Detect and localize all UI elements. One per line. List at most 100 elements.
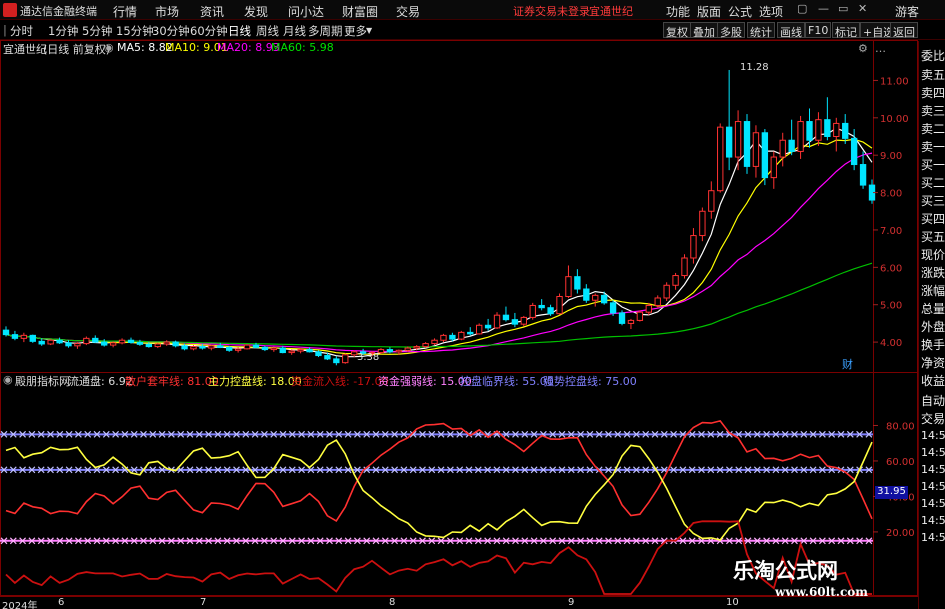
candle-body (65, 342, 72, 347)
candle-body (145, 343, 153, 348)
panel-time-2: 14:56 (921, 446, 945, 459)
candle-body (850, 137, 858, 166)
price-tick-label: 6.00 (880, 263, 902, 274)
candle-body (511, 319, 519, 325)
candle-body (315, 351, 322, 357)
candle-body (502, 314, 510, 321)
panel-time-4: 14:56 (921, 480, 945, 493)
panel-time-1: 14:56 (921, 429, 945, 442)
candle-body (797, 121, 804, 152)
date-label-8: 8 (389, 597, 396, 608)
candle-body (136, 341, 144, 345)
candle-body (547, 307, 554, 315)
info-mode: (日线 前复权) (43, 43, 111, 56)
candle-body (297, 349, 304, 352)
candle-body (538, 304, 545, 309)
indicator-tick-label: 60.00 (886, 457, 915, 468)
candle-body (92, 337, 99, 343)
indicator-current-value: 31.95 (875, 486, 908, 499)
candle-body (413, 346, 420, 349)
candle-body (20, 334, 28, 339)
panel-label-price: 现价 (921, 248, 945, 262)
candle-body (717, 126, 724, 192)
chart-frame (0, 40, 918, 596)
indicator-axis: 80.0060.0040.0020.00 (873, 421, 915, 539)
indicator-toggle-icon[interactable]: ◉ (3, 373, 13, 386)
indicator-control-line: 控盘临界线: 55.00 (460, 375, 554, 388)
moving-average-lines (5, 127, 873, 358)
candle-body (172, 341, 179, 347)
info-stock-name: 宜通世纪 (3, 43, 47, 56)
chart-border (0, 40, 918, 596)
candle-body (752, 132, 760, 167)
indicator-main-line: 主力控盘线: 18.00 (208, 375, 302, 388)
candle-body (2, 329, 10, 336)
candle-body (609, 302, 617, 314)
finance-marker[interactable]: 财 (842, 357, 853, 371)
candle-body (190, 346, 197, 350)
candle-body (29, 334, 36, 342)
date-label-6: 6 (58, 597, 65, 608)
price-tick-label: 10.00 (880, 114, 909, 125)
price-axis: 11.00 10.00 9.00 8.00 7.00 6.00 5.00 4.00 (873, 76, 909, 349)
panel-label-turnover: 换手 (921, 338, 945, 352)
candle-body (681, 257, 688, 277)
candle-body (226, 346, 233, 351)
candle-body (217, 345, 224, 348)
panel-label-bid4: 买四 (921, 212, 945, 226)
candle-body (556, 295, 563, 315)
candle-body (386, 349, 394, 353)
candlestick-series (2, 69, 876, 366)
indicator-tick-label: 80.00 (886, 421, 915, 432)
date-label-year: 2024年 (2, 601, 38, 609)
panel-label-auto[interactable]: 自动 (921, 392, 945, 409)
candle-body (342, 354, 349, 364)
panel-label-volume: 总量 (921, 302, 945, 316)
tdx-terminal-window: 通达信金融终端 行情 市场 资讯 发现 问小达 财富圈 交易 证券交易未登录 宜… (0, 0, 945, 609)
date-label-7: 7 (200, 597, 207, 608)
candle-body (859, 164, 867, 186)
watermark-url: www.60lt.com (775, 585, 868, 599)
candle-body (788, 139, 795, 152)
candle-body (422, 343, 429, 348)
watermark-title: 乐淘公式网 (733, 559, 838, 583)
candle-body (11, 334, 19, 339)
candle-body (270, 347, 278, 351)
candle-body (779, 139, 786, 158)
chart-settings-icon[interactable]: ⚙ (858, 42, 868, 55)
date-label-10: 10 (726, 597, 739, 608)
candle-body (83, 337, 90, 345)
kline-chart[interactable]: 11.00 10.00 9.00 8.00 7.00 6.00 5.00 4.00 80.00… (0, 0, 918, 596)
candle-body (234, 348, 242, 351)
panel-time-5: 14:56 (921, 497, 945, 510)
indicator-inflow-line: 资金流入线: -17.00 (291, 375, 389, 388)
panel-label-ask5: 卖五 (921, 68, 945, 82)
indicator-name[interactable]: 殿朋指标网 (15, 373, 70, 389)
candle-body (56, 339, 63, 344)
candle-body (734, 121, 742, 158)
candle-body (127, 339, 135, 343)
info-toggle-icon[interactable]: ◉ (104, 41, 114, 54)
candle-body (288, 350, 295, 354)
candle-body (154, 343, 161, 348)
indicator-strength-line: 资金强弱线: 15.00 (378, 375, 472, 388)
chart-more-icon[interactable]: … (875, 42, 886, 55)
candle-body (333, 358, 340, 364)
candle-body (583, 288, 590, 301)
candle-body (118, 339, 126, 344)
ma20-line (5, 152, 873, 353)
candle-body (529, 304, 536, 318)
price-tick-label: 11.00 (880, 76, 909, 87)
candle-body (618, 312, 626, 324)
candle-body (404, 347, 411, 351)
candle-body (663, 284, 670, 299)
candle-body (38, 340, 45, 345)
candle-body (654, 297, 661, 306)
panel-time-6: 14:56 (921, 514, 945, 527)
candle-body (458, 331, 465, 340)
panel-label-outer: 外盘 (921, 320, 945, 334)
panel-label-pct: 涨幅 (921, 284, 945, 298)
candle-body (467, 331, 474, 335)
panel-time-7: 14:56 (921, 531, 945, 544)
panel-label-trade[interactable]: 交易 (921, 410, 945, 427)
